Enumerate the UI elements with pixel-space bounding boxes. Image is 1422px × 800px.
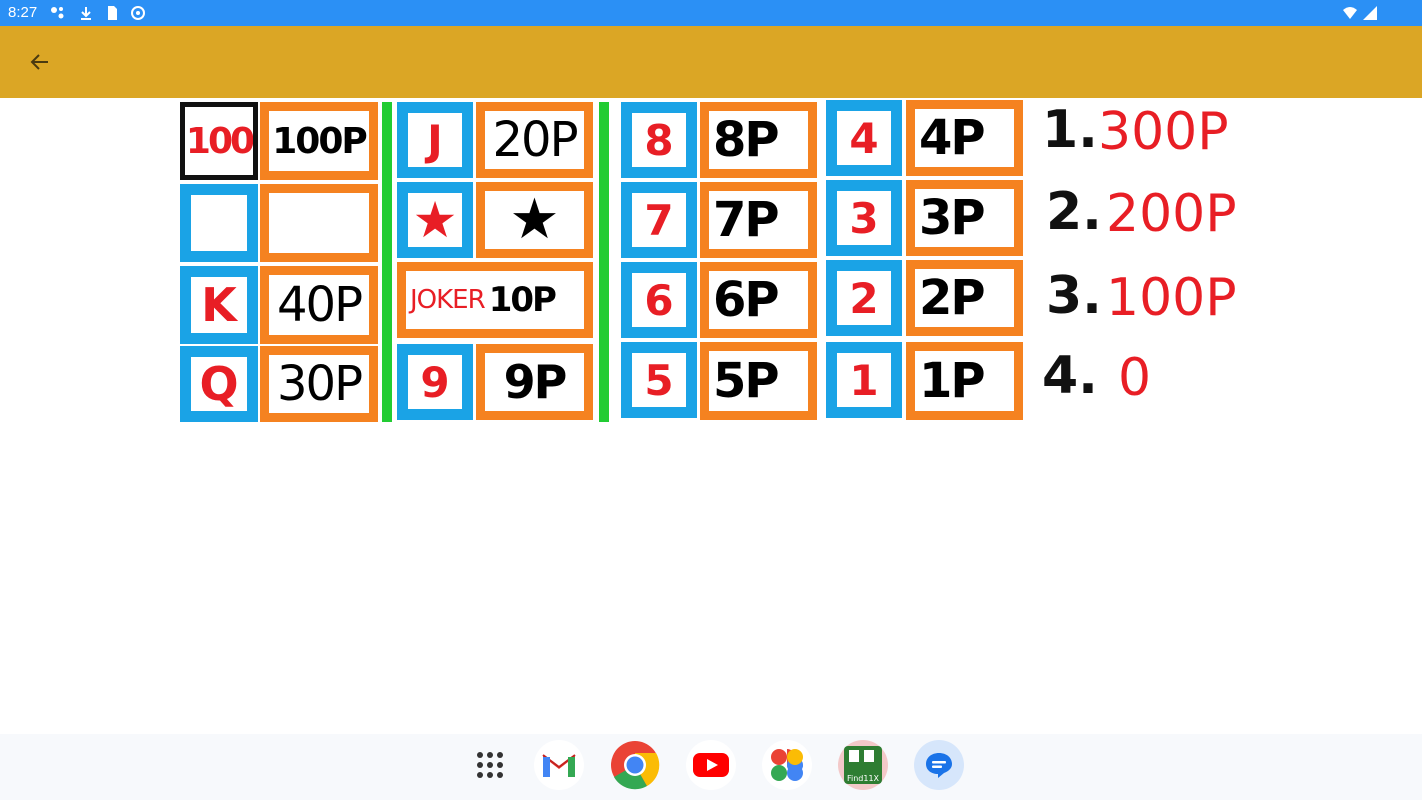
value-cell: 30P [260,346,378,422]
rank-row: 4. 0 [1042,346,1242,410]
value-label: 5P [713,353,780,409]
key-label: 7 [644,195,674,245]
value-cell: 40P [260,266,378,344]
rank-place: 3. [1046,266,1102,326]
value-label: 4P [919,110,986,166]
rank-row: 3. 100P [1046,266,1246,330]
key-cell: Q [180,346,258,422]
rank-row: 1. 300P [1042,100,1242,164]
key-label: Q [199,357,239,411]
rank-place: 4. [1042,346,1098,406]
key-label: 1 [849,355,879,405]
value-label: 20P [492,112,578,168]
joker-cell: JOKER 10P [397,262,593,338]
value-cell: 7P [700,182,817,258]
youtube-icon[interactable] [686,740,736,790]
download-icon [81,7,91,20]
value-label: 2P [919,270,986,326]
black-star-icon: ★ [509,187,560,252]
key-cell: 1 [826,342,902,418]
value-label: 40P [276,277,363,333]
card-shape [849,750,859,762]
rank-place: 1. [1042,100,1098,160]
app-bar [0,26,1422,98]
prize-table: 100 100P K 40P Q 30P J 20P ★ ★ JOKER 10P… [0,98,1422,734]
key-label: 100 [185,120,253,162]
value-label: 1P [919,353,986,409]
find11x-app-icon[interactable]: Find11X [838,740,888,790]
value-label: 30P [276,356,363,412]
key-cell: J [397,102,473,178]
rank-prize: 300P [1098,102,1229,162]
red-star-icon: ★ [412,191,458,249]
key-label: 9 [420,357,450,407]
value-cell: 9P [476,344,593,420]
value-label: 10P [488,280,557,320]
key-cell: 2 [826,260,902,336]
value-cell [260,184,378,262]
value-cell: 2P [906,260,1023,336]
apps-grid-icon[interactable] [465,740,515,790]
key-cell: 6 [621,262,697,338]
value-cell: 20P [476,102,593,178]
key-label: 5 [644,355,674,405]
photos-icon[interactable] [762,740,812,790]
divider [599,102,609,422]
wifi-icon [1343,7,1357,19]
sd-card-icon [108,6,117,20]
value-cell: 5P [700,342,817,420]
value-label: 6P [713,272,780,328]
key-cell: K [180,266,258,344]
key-label: 3 [849,193,879,243]
joker-label: JOKER [410,285,486,315]
value-label: 7P [713,192,780,248]
key-cell: 100 [180,102,258,180]
value-cell: 8P [700,102,817,178]
key-cell: 9 [397,344,473,420]
assistant-dots-icon [51,7,64,19]
rank-prize: 100P [1106,268,1237,328]
find11x-thumbnail: Find11X [844,746,882,784]
signal-icon [1363,6,1377,20]
key-label: 4 [849,113,879,163]
key-cell: 4 [826,100,902,176]
value-cell: 6P [700,262,817,338]
rank-place: 2. [1046,182,1102,242]
value-cell: ★ [476,182,593,258]
key-label: K [201,278,237,332]
find11x-label: Find11X [846,774,880,783]
status-time: 8:27 [8,4,38,21]
value-label: 9P [503,355,568,409]
sync-icon [131,6,145,20]
key-cell: 3 [826,180,902,256]
key-label: J [427,115,443,165]
key-label: 8 [644,115,674,165]
back-arrow-icon[interactable] [26,48,54,76]
value-cell: 1P [906,342,1023,420]
value-label: 3P [919,190,986,246]
messages-icon[interactable] [914,740,964,790]
card-shape [864,750,874,762]
chrome-icon[interactable] [610,740,660,790]
key-cell [180,184,258,262]
value-cell: 4P [906,100,1023,176]
gmail-icon[interactable] [534,740,584,790]
rank-prize: 0 [1118,348,1152,408]
value-label: 100P [272,120,368,162]
divider [382,102,392,422]
key-cell: 7 [621,182,697,258]
key-label: 6 [644,275,674,325]
rank-prize: 200P [1106,184,1237,244]
value-label: 8P [713,112,780,168]
status-bar: 8:27 [0,0,1422,26]
value-cell: 3P [906,180,1023,256]
key-cell: 8 [621,102,697,178]
value-cell: 100P [260,102,378,180]
taskbar: Find11X [0,734,1422,800]
key-cell: ★ [397,182,473,258]
key-label: 2 [849,273,879,323]
rank-row: 2. 200P [1046,182,1246,246]
key-cell: 5 [621,342,697,418]
